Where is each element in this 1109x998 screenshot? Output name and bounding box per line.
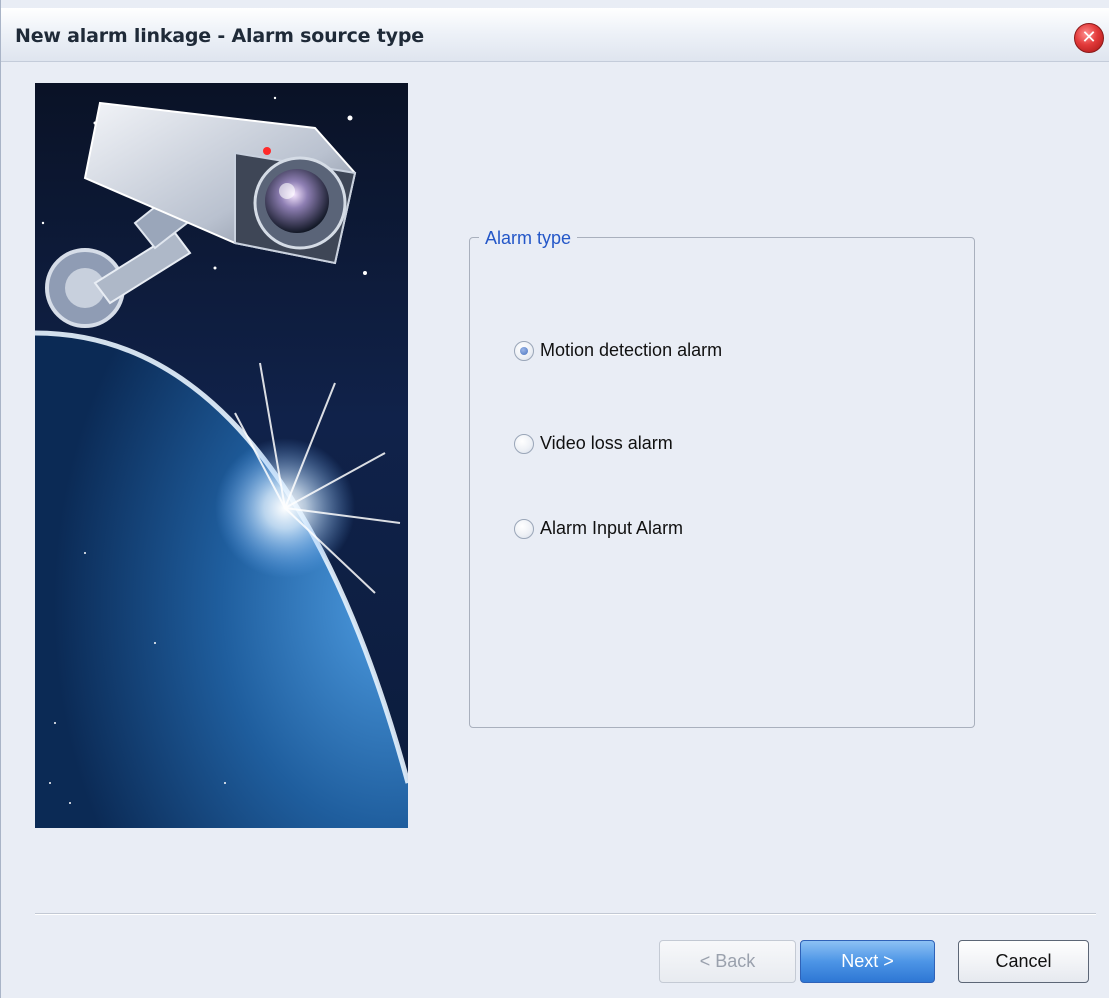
- radio-button[interactable]: [514, 433, 534, 454]
- radio-selected-indicator: [520, 346, 528, 355]
- alarm-linkage-wizard-window: New alarm linkage - Alarm source type ✕: [0, 0, 1109, 998]
- back-button[interactable]: < Back: [659, 940, 796, 983]
- radio-video-loss-alarm[interactable]: Video loss alarm: [514, 433, 673, 454]
- radio-motion-detection-alarm[interactable]: Motion detection alarm: [514, 340, 722, 361]
- footer-separator: [35, 913, 1096, 915]
- alarm-type-legend: Alarm type: [479, 228, 578, 249]
- alarm-type-group: [469, 237, 975, 728]
- radio-label: Motion detection alarm: [540, 340, 723, 360]
- close-icon[interactable]: ✕: [1074, 23, 1104, 53]
- radio-label: Video loss alarm: [540, 433, 673, 453]
- wizard-banner-image: [35, 83, 408, 828]
- title-bar: New alarm linkage - Alarm source type ✕: [1, 8, 1109, 62]
- radio-button[interactable]: [514, 340, 534, 361]
- window-title: New alarm linkage - Alarm source type: [15, 25, 424, 47]
- radio-button[interactable]: [514, 518, 534, 539]
- security-camera-illustration: [35, 83, 408, 828]
- next-button[interactable]: Next >: [800, 940, 935, 983]
- cancel-button[interactable]: Cancel: [958, 940, 1089, 983]
- radio-alarm-input-alarm[interactable]: Alarm Input Alarm: [514, 518, 683, 539]
- radio-label: Alarm Input Alarm: [540, 518, 684, 538]
